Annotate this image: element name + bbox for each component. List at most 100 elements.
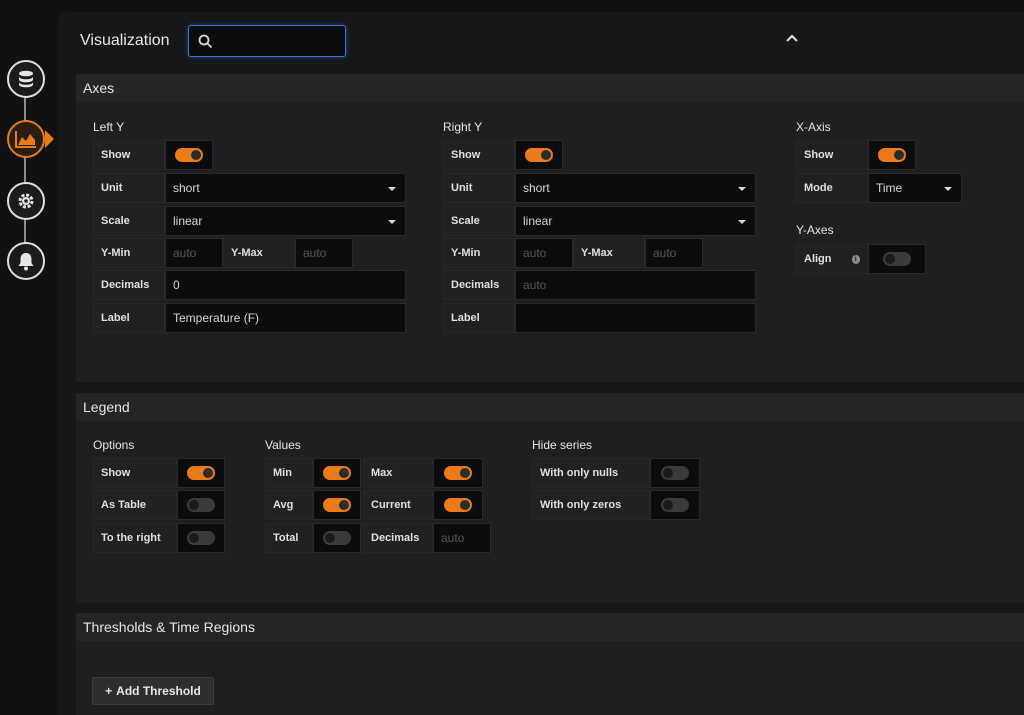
thresholds-section: Thresholds & Time Regions + Add Threshol… xyxy=(76,613,1024,715)
legend-total-row: Total xyxy=(265,523,361,553)
caret-down-icon xyxy=(388,220,396,224)
toggle-switch xyxy=(661,466,689,480)
legend-avg-row: Avg xyxy=(265,490,361,520)
legend-current-row: Current xyxy=(363,490,483,520)
legend-as-table-toggle[interactable] xyxy=(177,490,225,520)
y-axes-title: Y-Axes xyxy=(796,223,834,237)
sidebar-item-queries[interactable] xyxy=(7,60,45,98)
x-axis-mode-label: Mode xyxy=(796,173,868,203)
left-y-show-toggle[interactable] xyxy=(165,140,213,170)
legend-to-right-toggle[interactable] xyxy=(177,523,225,553)
left-y-ymax-input[interactable]: auto xyxy=(295,238,353,268)
editor-sidebar xyxy=(0,0,58,715)
left-y-scale-label: Scale xyxy=(93,206,165,236)
sidebar-item-visualization[interactable] xyxy=(7,120,45,158)
legend-decimals-input[interactable]: auto xyxy=(433,523,491,553)
toggle-switch xyxy=(187,498,215,512)
legend-section-header[interactable]: Legend xyxy=(76,393,1024,421)
legend-decimals-row: Decimals auto xyxy=(363,523,491,553)
hide-nulls-toggle[interactable] xyxy=(650,458,700,488)
x-axis-show-toggle[interactable] xyxy=(868,140,916,170)
right-y-decimals-label: Decimals xyxy=(443,270,515,300)
y-axes-align-toggle[interactable] xyxy=(868,244,926,274)
visualization-header: Visualization xyxy=(58,12,1024,62)
caret-down-icon xyxy=(944,187,952,191)
left-y-label-label: Label xyxy=(93,303,165,333)
left-y-unit-label: Unit xyxy=(93,173,165,203)
legend-show-toggle[interactable] xyxy=(177,458,225,488)
x-axis-title: X-Axis xyxy=(796,120,831,134)
left-y-unit-row: Unit short xyxy=(93,173,406,203)
right-y-title: Right Y xyxy=(443,120,483,134)
legend-as-table-row: As Table xyxy=(93,490,225,520)
left-y-ymin-input[interactable]: auto xyxy=(165,238,223,268)
chevron-up-icon[interactable] xyxy=(786,34,798,42)
x-axis-show-label: Show xyxy=(796,140,868,170)
right-y-scale-row: Scale linear xyxy=(443,206,756,236)
left-y-title: Left Y xyxy=(93,120,125,134)
left-y-unit-select[interactable]: short xyxy=(165,173,406,203)
database-icon xyxy=(19,70,33,88)
left-y-decimals-row: Decimals 0 xyxy=(93,270,406,300)
right-y-ymax-input[interactable]: auto xyxy=(645,238,703,268)
left-y-scale-row: Scale linear xyxy=(93,206,406,236)
right-y-show-toggle[interactable] xyxy=(515,140,563,170)
toggle-switch xyxy=(187,466,215,480)
left-y-show-label: Show xyxy=(93,140,165,170)
left-y-minmax-row: Y-Min auto Y-Max auto xyxy=(93,238,353,268)
sidebar-item-alert[interactable] xyxy=(7,242,45,280)
right-y-label-input[interactable] xyxy=(515,303,756,333)
legend-show-row: Show xyxy=(93,458,225,488)
gear-icon xyxy=(18,193,34,209)
legend-max-toggle[interactable] xyxy=(433,458,483,488)
legend-min-toggle[interactable] xyxy=(313,458,361,488)
add-threshold-button[interactable]: + Add Threshold xyxy=(92,677,214,705)
caret-down-icon xyxy=(388,187,396,191)
page-title: Visualization xyxy=(80,32,170,49)
legend-as-table-label: As Table xyxy=(93,490,177,520)
legend-avg-label: Avg xyxy=(265,490,313,520)
left-y-decimals-input[interactable]: 0 xyxy=(165,270,406,300)
legend-total-label: Total xyxy=(265,523,313,553)
axes-section-header[interactable]: Axes xyxy=(76,74,1024,102)
legend-values-title: Values xyxy=(265,438,301,452)
left-y-label-row: Label Temperature (F) xyxy=(93,303,406,333)
left-y-label-input[interactable]: Temperature (F) xyxy=(165,303,406,333)
right-y-decimals-input[interactable]: auto xyxy=(515,270,756,300)
legend-total-toggle[interactable] xyxy=(313,523,361,553)
right-y-show-label: Show xyxy=(443,140,515,170)
axes-section: Axes Left Y Show Unit short Scale linear… xyxy=(76,74,1024,382)
right-y-minmax-row: Y-Min auto Y-Max auto xyxy=(443,238,703,268)
left-y-scale-select[interactable]: linear xyxy=(165,206,406,236)
thresholds-section-header[interactable]: Thresholds & Time Regions xyxy=(76,613,1024,641)
left-y-ymin-label: Y-Min xyxy=(93,238,165,268)
left-y-show-row: Show xyxy=(93,140,213,170)
left-y-scale-value: linear xyxy=(173,214,203,228)
right-y-scale-select[interactable]: linear xyxy=(515,206,756,236)
toggle-switch xyxy=(444,466,472,480)
search-input[interactable] xyxy=(188,25,346,57)
active-indicator-arrow xyxy=(45,130,54,148)
right-y-show-row: Show xyxy=(443,140,563,170)
sidebar-item-general[interactable] xyxy=(7,182,45,220)
legend-avg-toggle[interactable] xyxy=(313,490,361,520)
right-y-ymin-label: Y-Min xyxy=(443,238,515,268)
right-y-scale-label: Scale xyxy=(443,206,515,236)
info-icon[interactable]: i xyxy=(851,254,860,264)
panel-editor: Visualization Axes Left Y Show Unit shor… xyxy=(58,12,1024,715)
legend-min-row: Min xyxy=(265,458,361,488)
caret-down-icon xyxy=(738,187,746,191)
hide-nulls-label: With only nulls xyxy=(532,458,650,488)
x-axis-mode-select[interactable]: Time xyxy=(868,173,962,203)
hide-zeros-row: With only zeros xyxy=(532,490,700,520)
right-y-ymax-label: Y-Max xyxy=(573,238,645,268)
hide-zeros-toggle[interactable] xyxy=(650,490,700,520)
right-y-scale-value: linear xyxy=(523,214,553,228)
legend-current-toggle[interactable] xyxy=(433,490,483,520)
hide-zeros-label: With only zeros xyxy=(532,490,650,520)
legend-max-row: Max xyxy=(363,458,483,488)
right-y-ymin-input[interactable]: auto xyxy=(515,238,573,268)
toggle-switch xyxy=(444,498,472,512)
x-axis-mode-row: Mode Time xyxy=(796,173,962,203)
right-y-unit-select[interactable]: short xyxy=(515,173,756,203)
